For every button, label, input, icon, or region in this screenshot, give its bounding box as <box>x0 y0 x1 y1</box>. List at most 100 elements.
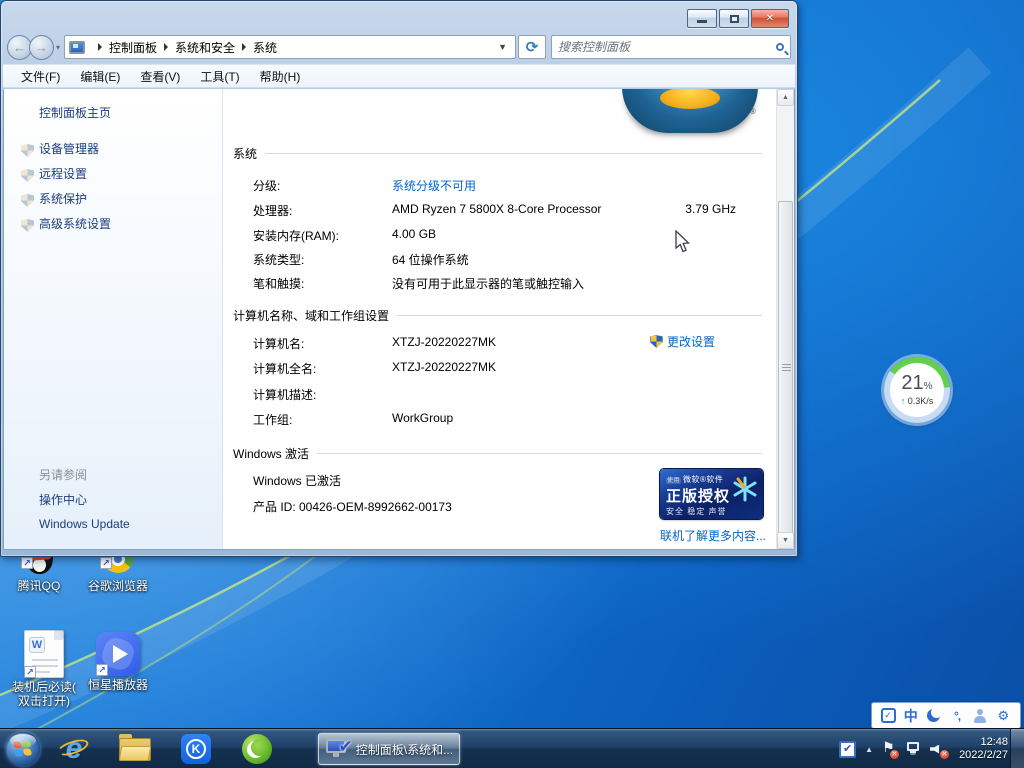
breadcrumb-item-control-panel[interactable]: 控制面板 <box>109 39 157 56</box>
restore-button[interactable] <box>719 9 749 28</box>
sidebar-item-advanced-settings[interactable]: 高级系统设置 <box>39 215 111 232</box>
clock-date: 2022/2/27 <box>959 749 1008 762</box>
system-window-icon: ✔ <box>326 739 350 759</box>
desktop-icon-readme[interactable]: W ↗ 装机后必读(双击打开) <box>10 630 78 708</box>
shortcut-arrow-icon: ↗ <box>96 664 108 676</box>
change-settings-link[interactable]: 更改设置 <box>650 333 715 350</box>
settings-gear-icon[interactable]: ⚙ <box>995 708 1011 724</box>
menu-file[interactable]: 文件(F) <box>11 65 70 88</box>
activation-status: Windows 已激活 <box>253 472 341 489</box>
refresh-button[interactable]: ⟳ <box>518 35 546 59</box>
breadcrumb-arrow-icon <box>242 43 246 51</box>
vertical-scrollbar[interactable]: ▲ ▼ <box>776 89 794 549</box>
chinese-mode-icon[interactable]: 中 <box>903 708 919 724</box>
active-task-button[interactable]: ✔ 控制面板\系统和... <box>318 733 460 765</box>
learn-more-link[interactable]: 联机了解更多内容... <box>660 527 766 544</box>
recent-pages-chevron-icon[interactable]: ▾ <box>56 43 60 52</box>
row-label: 安装内存(RAM): <box>253 227 339 244</box>
user-icon[interactable] <box>972 708 988 724</box>
product-id: 产品 ID: 00426-OEM-8992662-00173 <box>253 498 452 515</box>
search-input[interactable] <box>558 40 776 54</box>
desktop-icon-qq[interactable]: ↗ 腾讯QQ <box>13 556 65 593</box>
ime-logo-icon[interactable]: ✓ <box>881 708 896 723</box>
scroll-up-button[interactable]: ▲ <box>777 89 794 106</box>
row-label: 处理器: <box>253 202 292 219</box>
windows-logo-orb: ® <box>622 89 758 133</box>
upload-arrow-icon: ↑ <box>901 396 906 406</box>
breadcrumb-item-system[interactable]: 系统 <box>253 39 277 56</box>
desktop-icon-player[interactable]: ↗ 恒星播放器 <box>84 632 152 692</box>
sidebar-item-system-protection[interactable]: 系统保护 <box>39 190 87 207</box>
menu-view[interactable]: 查看(V) <box>130 65 190 88</box>
sidebar: 控制面板主页 设备管理器 远程设置 系统保护 高级系统设置 另请参阅 操作中心 … <box>4 89 223 549</box>
shield-icon <box>21 194 34 207</box>
taskbar-k-app-icon[interactable]: K <box>176 729 216 768</box>
sidebar-item-windows-update[interactable]: Windows Update <box>39 517 130 531</box>
see-also-header: 另请参阅 <box>39 466 87 483</box>
forward-button[interactable]: → <box>29 35 54 60</box>
sidebar-item-control-panel-home[interactable]: 控制面板主页 <box>39 104 111 121</box>
menu-tools[interactable]: 工具(T) <box>190 65 249 88</box>
shield-icon <box>21 169 34 182</box>
tray-check-icon[interactable]: ✔ <box>839 741 856 758</box>
workgroup-value: WorkGroup <box>392 411 453 425</box>
ram-value: 4.00 GB <box>392 227 436 241</box>
breadcrumb-arrow-icon <box>98 43 102 51</box>
row-label: 计算机全名: <box>253 360 316 377</box>
badge-line1: 使用微软®软件 <box>666 474 731 485</box>
scrollbar-thumb[interactable] <box>778 201 793 534</box>
player-icon: ↗ <box>96 632 140 676</box>
action-center-flag-icon[interactable]: ✕ <box>882 742 896 757</box>
row-label: 工作组: <box>253 411 292 428</box>
sidebar-item-action-center[interactable]: 操作中心 <box>39 491 87 508</box>
search-box[interactable] <box>551 35 791 59</box>
section-header-system: 系统 <box>233 145 762 162</box>
clock[interactable]: 12:48 2022/2/27 <box>959 736 1008 762</box>
search-icon[interactable] <box>776 43 784 51</box>
qq-icon: ↗ <box>21 556 57 577</box>
desktop-icon-label: 恒星播放器 <box>84 678 152 692</box>
sidebar-item-device-manager[interactable]: 设备管理器 <box>39 140 99 157</box>
breadcrumb-item-system-security[interactable]: 系统和安全 <box>175 39 235 56</box>
system-type-value: 64 位操作系统 <box>392 251 469 268</box>
sidebar-item-remote-settings[interactable]: 远程设置 <box>39 165 87 182</box>
taskbar-ie-icon[interactable]: e <box>54 729 94 768</box>
show-desktop-button[interactable] <box>1010 729 1024 768</box>
pen-touch-value: 没有可用于此显示器的笔或触控输入 <box>392 275 584 292</box>
badge-line3: 安全 稳定 声誉 <box>666 506 731 517</box>
document-icon: W ↗ <box>24 630 64 678</box>
input-method-bar[interactable]: ✓ 中 °, ⚙ <box>871 702 1021 729</box>
processor-speed: 3.79 GHz <box>685 202 736 216</box>
desktop-icon-label: 装机后必读(双击打开) <box>10 680 78 708</box>
title-bar[interactable] <box>1 1 797 33</box>
address-dropdown-icon[interactable]: ▼ <box>494 42 511 52</box>
active-task-label: 控制面板\系统和... <box>356 741 452 758</box>
start-button[interactable] <box>6 732 40 766</box>
punctuation-icon[interactable]: °, <box>949 708 965 724</box>
shortcut-arrow-icon: ↗ <box>21 557 33 569</box>
row-label: 分级: <box>253 177 280 194</box>
explorer-window: ✕ ← → ▾ 控制面板 系统和安全 系统 ▼ ⟳ 文件(F) <box>0 0 798 557</box>
net-speed-gauge[interactable]: 21% ↑ 0.3K/s <box>884 357 950 423</box>
close-button[interactable]: ✕ <box>751 9 789 28</box>
network-icon[interactable] <box>905 742 921 756</box>
row-label: 计算机描述: <box>253 386 316 403</box>
menu-help[interactable]: 帮助(H) <box>250 65 311 88</box>
section-header-computer-name: 计算机名称、域和工作组设置 <box>233 307 762 324</box>
menu-edit[interactable]: 编辑(E) <box>70 65 130 88</box>
volume-muted-icon[interactable]: ✕ <box>930 742 946 757</box>
uac-shield-icon <box>650 335 663 348</box>
scroll-down-button[interactable]: ▼ <box>777 532 794 549</box>
genuine-microsoft-badge[interactable]: 使用微软®软件 正版授权 安全 稳定 声誉 <box>660 469 763 519</box>
address-bar[interactable]: 控制面板 系统和安全 系统 ▼ <box>64 35 516 59</box>
minimize-button[interactable] <box>687 9 717 28</box>
rating-unavailable-link[interactable]: 系统分级不可用 <box>392 177 476 194</box>
show-hidden-icons-button[interactable]: ▲ <box>865 745 873 754</box>
fullwidth-moon-icon[interactable] <box>926 708 942 724</box>
taskbar-green-browser-icon[interactable] <box>237 729 277 768</box>
badge-line2: 正版授权 <box>666 485 731 506</box>
taskbar-explorer-icon[interactable] <box>115 729 155 768</box>
clock-time: 12:48 <box>959 736 1008 749</box>
breadcrumb-arrow-icon <box>164 43 168 51</box>
desktop-icon-chrome[interactable]: ↗ 谷歌浏览器 <box>88 556 148 593</box>
